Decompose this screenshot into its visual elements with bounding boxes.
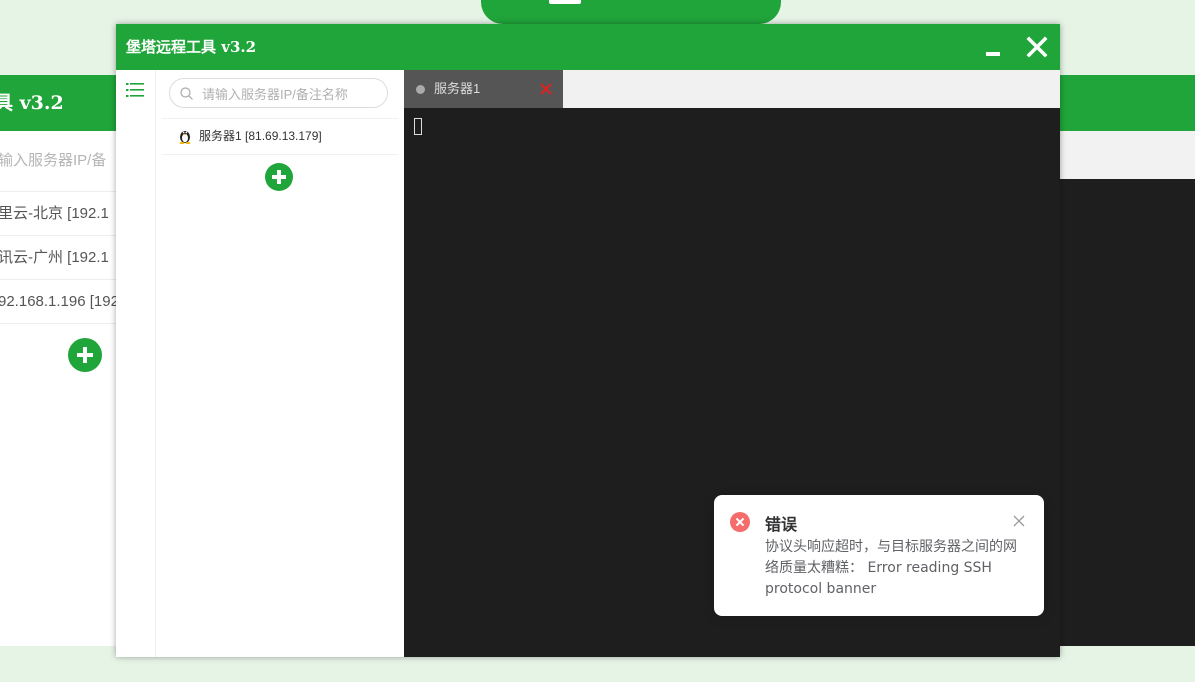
server-list-panel: 服务器1 [81.69.13.179]: [156, 70, 404, 657]
notification-title: 错误: [765, 515, 798, 534]
background-top-button-knob: [549, 0, 581, 4]
notification-message: 协议头响应超时，与目标服务器之间的网络质量太糟糕： Error reading …: [765, 539, 1017, 597]
server-label: 服务器1 [81.69.13.179]: [199, 129, 322, 143]
error-notification: 错误 协议头响应超时，与目标服务器之间的网络质量太糟糕： Error readi…: [714, 495, 1044, 616]
error-icon: [730, 512, 750, 532]
background-server-item: 讯云-广州 [192.1: [0, 235, 116, 280]
background-search-placeholder: 输入服务器IP/备: [0, 152, 107, 169]
linux-icon: [179, 131, 191, 144]
background-title: 具 v3.2: [0, 92, 64, 114]
plus-icon: [77, 347, 93, 363]
tab-bar: 服务器1: [404, 70, 1060, 108]
background-server-item: 92.168.1.196 [192: [0, 279, 116, 324]
close-notification-icon[interactable]: [1013, 515, 1025, 527]
window-title: 堡塔远程工具 v3.2: [126, 38, 257, 56]
tab-server1[interactable]: 服务器1: [404, 70, 563, 108]
background-tab-strip: [1060, 131, 1195, 179]
search-box: [169, 78, 388, 108]
background-server-item: 里云-北京 [192.1: [0, 191, 116, 236]
server-list-item[interactable]: 服务器1 [81.69.13.179]: [162, 118, 398, 155]
list-icon[interactable]: [126, 82, 146, 98]
background-top-button: [481, 0, 781, 24]
search-icon: [180, 87, 193, 100]
tab-label: 服务器1: [434, 81, 481, 96]
add-server-button[interactable]: [265, 163, 293, 191]
search-input[interactable]: [200, 82, 384, 106]
close-icon[interactable]: [1022, 32, 1052, 62]
background-add-button: [68, 338, 102, 372]
terminal-cursor: [414, 118, 422, 135]
title-bar[interactable]: 堡塔远程工具 v3.2: [116, 24, 1060, 70]
connection-status-dot: [416, 85, 425, 94]
background-terminal: [1060, 179, 1195, 646]
background-server-list: 输入服务器IP/备 里云-北京 [192.1 讯云-广州 [192.1 92.1…: [0, 131, 116, 646]
close-tab-icon[interactable]: [539, 82, 553, 96]
background-divider: [0, 323, 116, 325]
icon-sidebar: [116, 70, 156, 657]
minimize-icon[interactable]: [978, 32, 1008, 62]
